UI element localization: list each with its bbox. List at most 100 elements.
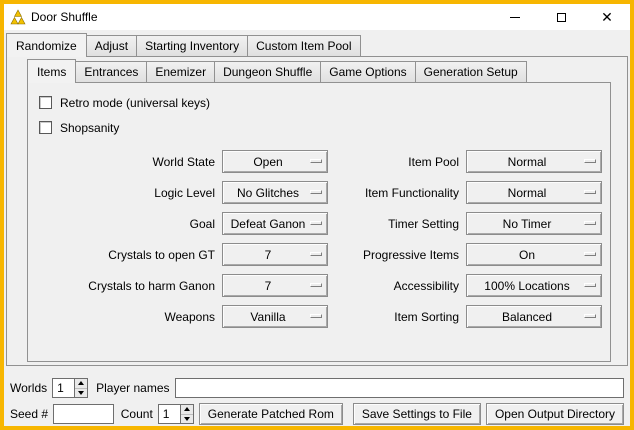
app-window: Door Shuffle ✕ Randomize Adjust Starting…: [0, 0, 634, 430]
window-title: Door Shuffle: [31, 10, 98, 24]
weapons-label: Weapons: [34, 310, 218, 324]
count-spinbox[interactable]: 1: [158, 404, 194, 424]
dropdown-indicator-icon: [584, 190, 596, 194]
crystals-ganon-value: 7: [265, 279, 272, 293]
caption-buttons: ✕: [492, 4, 630, 30]
retro-mode-checkbox[interactable]: [39, 96, 52, 109]
world-state-dropdown[interactable]: Open: [222, 150, 328, 173]
seed-label: Seed #: [10, 407, 48, 421]
item-pool-value: Normal: [508, 155, 547, 169]
worlds-spin-down-button[interactable]: [75, 388, 87, 398]
player-names-input[interactable]: [175, 378, 625, 398]
dropdown-indicator-icon: [584, 283, 596, 287]
item-pool-label: Item Pool: [332, 155, 462, 169]
count-value[interactable]: 1: [159, 405, 180, 423]
tab-randomize[interactable]: Randomize: [6, 33, 87, 57]
crystals-gt-label: Crystals to open GT: [34, 248, 218, 262]
main-tab-pane: Items Entrances Enemizer Dungeon Shuffle…: [6, 56, 628, 366]
open-output-directory-button[interactable]: Open Output Directory: [486, 403, 624, 425]
items-tab-pane: Retro mode (universal keys) Shopsanity W…: [27, 82, 611, 362]
minimize-button[interactable]: [492, 4, 538, 30]
item-sorting-value: Balanced: [502, 310, 552, 324]
accessibility-label: Accessibility: [332, 279, 462, 293]
seed-input[interactable]: [53, 404, 114, 424]
close-button[interactable]: ✕: [584, 4, 630, 30]
item-sorting-label: Item Sorting: [332, 310, 462, 324]
dropdown-indicator-icon: [310, 283, 322, 287]
title-bar: Door Shuffle ✕: [4, 4, 630, 30]
tab-starting-inventory[interactable]: Starting Inventory: [136, 35, 248, 56]
world-state-label: World State: [34, 155, 218, 169]
item-functionality-dropdown[interactable]: Normal: [466, 181, 602, 204]
generate-patched-rom-button[interactable]: Generate Patched Rom: [199, 403, 343, 425]
dropdown-indicator-icon: [310, 221, 322, 225]
crystals-ganon-dropdown[interactable]: 7: [222, 274, 328, 297]
progressive-items-value: On: [519, 248, 535, 262]
minimize-icon: [510, 17, 520, 18]
seed-row: Seed # Count 1 Generate Patched Rom Save…: [4, 402, 630, 426]
dropdown-indicator-icon: [584, 314, 596, 318]
timer-setting-value: No Timer: [503, 217, 552, 231]
worlds-value[interactable]: 1: [53, 379, 74, 397]
dropdown-indicator-icon: [310, 252, 322, 256]
accessibility-dropdown[interactable]: 100% Locations: [466, 274, 602, 297]
crystals-gt-value: 7: [265, 248, 272, 262]
dropdown-indicator-icon: [310, 159, 322, 163]
logic-level-label: Logic Level: [34, 186, 218, 200]
save-settings-button[interactable]: Save Settings to File: [353, 403, 481, 425]
tab-items[interactable]: Items: [27, 59, 76, 83]
arrow-down-icon: [184, 417, 190, 421]
item-functionality-value: Normal: [508, 186, 547, 200]
tab-generation-setup[interactable]: Generation Setup: [415, 61, 527, 82]
progressive-items-dropdown[interactable]: On: [466, 243, 602, 266]
arrow-up-icon: [184, 407, 190, 411]
main-notebook: Randomize Adjust Starting Inventory Cust…: [6, 33, 628, 366]
tab-entrances[interactable]: Entrances: [75, 61, 147, 82]
goal-dropdown[interactable]: Defeat Ganon: [222, 212, 328, 235]
window-body: Randomize Adjust Starting Inventory Cust…: [4, 33, 630, 429]
worlds-spin-buttons: [74, 379, 87, 397]
dropdown-indicator-icon: [584, 252, 596, 256]
crystals-gt-dropdown[interactable]: 7: [222, 243, 328, 266]
goal-label: Goal: [34, 217, 218, 231]
sub-notebook: Items Entrances Enemizer Dungeon Shuffle…: [27, 59, 611, 362]
tab-dungeon-shuffle[interactable]: Dungeon Shuffle: [214, 61, 321, 82]
worlds-spinbox[interactable]: 1: [52, 378, 88, 398]
retro-mode-label: Retro mode (universal keys): [60, 96, 210, 110]
logic-level-value: No Glitches: [237, 186, 299, 200]
item-pool-dropdown[interactable]: Normal: [466, 150, 602, 173]
shopsanity-label: Shopsanity: [60, 121, 119, 135]
tab-adjust[interactable]: Adjust: [86, 35, 137, 56]
count-spin-down-button[interactable]: [181, 414, 193, 424]
accessibility-value: 100% Locations: [484, 279, 569, 293]
item-sorting-dropdown[interactable]: Balanced: [466, 305, 602, 328]
count-spin-up-button[interactable]: [181, 405, 193, 414]
worlds-spin-up-button[interactable]: [75, 379, 87, 388]
item-functionality-label: Item Functionality: [332, 186, 462, 200]
tab-game-options[interactable]: Game Options: [320, 61, 415, 82]
logic-level-dropdown[interactable]: No Glitches: [222, 181, 328, 204]
shopsanity-checkbox[interactable]: [39, 121, 52, 134]
dropdown-indicator-icon: [310, 314, 322, 318]
worlds-label: Worlds: [10, 381, 47, 395]
tab-custom-item-pool[interactable]: Custom Item Pool: [247, 35, 360, 56]
weapons-dropdown[interactable]: Vanilla: [222, 305, 328, 328]
maximize-button[interactable]: [538, 4, 584, 30]
shopsanity-checkbox-row: Shopsanity: [39, 117, 606, 138]
weapons-value: Vanilla: [250, 310, 285, 324]
tab-enemizer[interactable]: Enemizer: [146, 61, 215, 82]
count-label: Count: [121, 407, 153, 421]
player-names-label: Player names: [96, 381, 169, 395]
timer-setting-dropdown[interactable]: No Timer: [466, 212, 602, 235]
dropdown-indicator-icon: [584, 221, 596, 225]
timer-setting-label: Timer Setting: [332, 217, 462, 231]
dropdown-indicator-icon: [584, 159, 596, 163]
retro-mode-checkbox-row: Retro mode (universal keys): [39, 92, 606, 113]
worlds-row: Worlds 1 Player names: [4, 376, 630, 400]
arrow-down-icon: [78, 391, 84, 395]
main-tab-bar: Randomize Adjust Starting Inventory Cust…: [6, 33, 628, 56]
world-state-value: Open: [253, 155, 282, 169]
options-grid: World State Open Item Pool Normal Logic …: [34, 150, 606, 328]
progressive-items-label: Progressive Items: [332, 248, 462, 262]
close-icon: ✕: [601, 10, 613, 24]
